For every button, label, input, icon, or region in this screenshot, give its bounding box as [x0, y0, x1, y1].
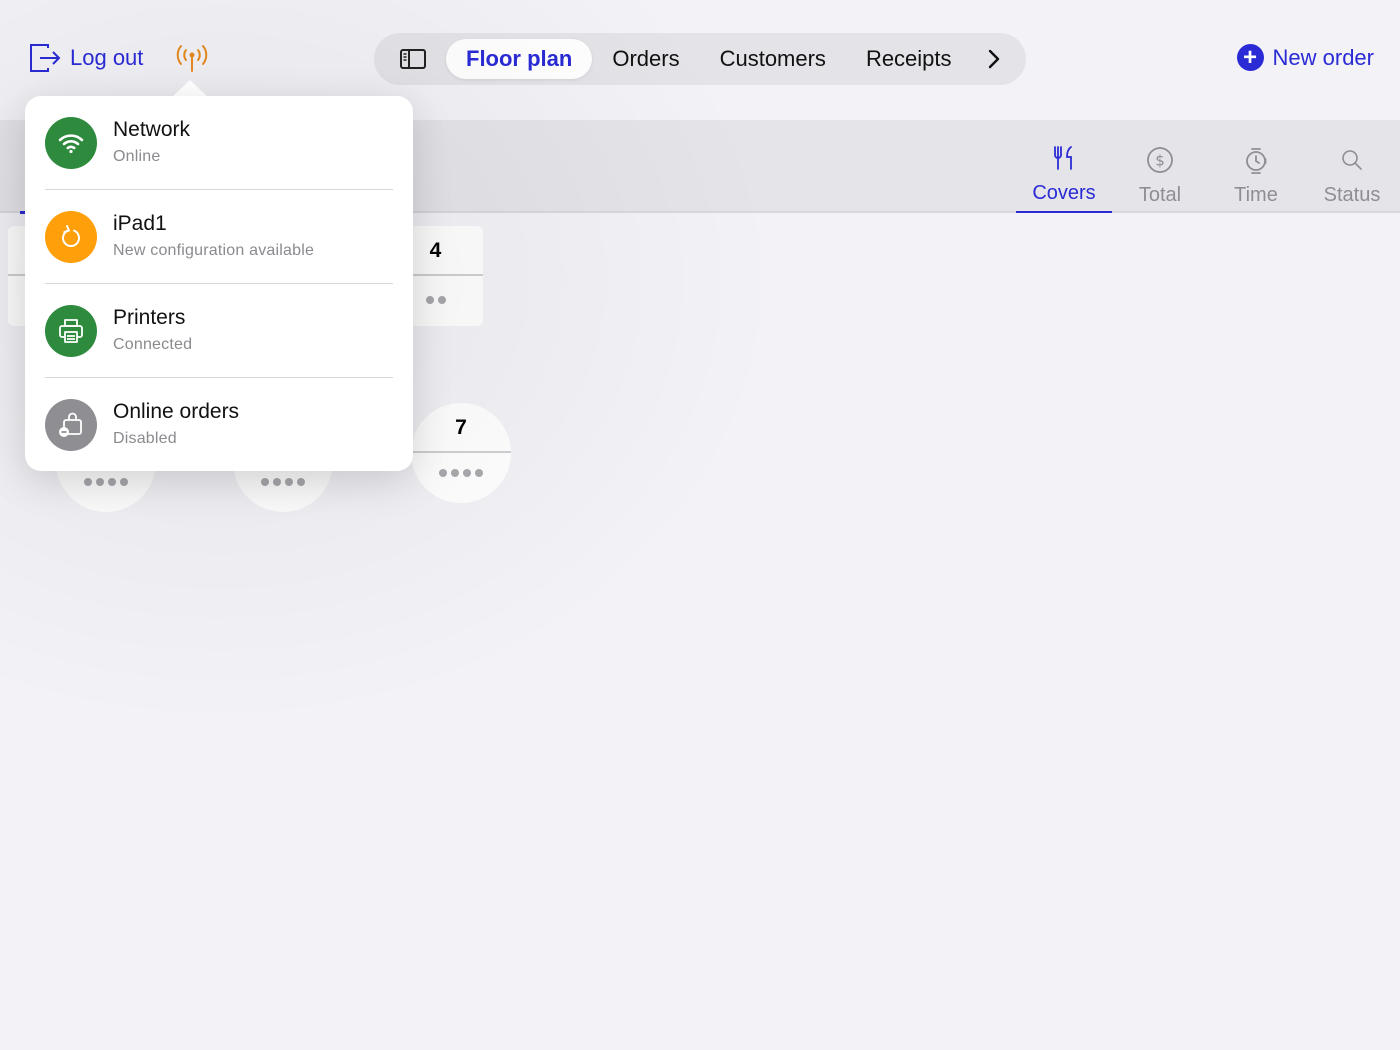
seat-dot: [120, 478, 128, 486]
sort-tab-label: Total: [1138, 184, 1182, 206]
seat-dot: [96, 478, 104, 486]
dollar-circle-icon: $: [1147, 147, 1173, 173]
seat-dot: [475, 469, 483, 477]
tab-receipts[interactable]: Receipts: [846, 39, 972, 79]
status-item-subtitle: New configuration available: [113, 242, 315, 259]
bag-disabled-icon: [45, 399, 97, 451]
magnifier-icon: [1342, 150, 1362, 170]
seat-dot: [273, 478, 281, 486]
tab-floor-plan[interactable]: Floor plan: [446, 39, 593, 79]
printer-icon: [45, 305, 97, 357]
status-item-online-orders[interactable]: Online orders Disabled: [25, 378, 413, 472]
seat-dot: [425, 296, 434, 304]
seat-dot: [285, 478, 293, 486]
status-item-title: iPad1: [113, 212, 167, 235]
seat-dot: [439, 469, 447, 477]
main-navigation: Floor plan Orders Customers Receipts: [374, 33, 1026, 85]
status-popover: Network Online iPad1 New configuration a…: [25, 96, 413, 471]
sidebar-icon: [400, 49, 426, 69]
sort-tab-time[interactable]: Time: [1208, 120, 1304, 213]
plus-circle-icon: +: [1236, 44, 1264, 71]
logout-button[interactable]: Log out: [28, 42, 143, 74]
logout-icon: [30, 44, 61, 72]
status-item-device[interactable]: iPad1 New configuration available: [25, 190, 413, 284]
status-item-printers[interactable]: Printers Connected: [25, 284, 413, 378]
tab-customers[interactable]: Customers: [700, 39, 846, 79]
sort-tab-status[interactable]: Status: [1304, 120, 1400, 213]
sort-tab-label: Covers: [1032, 182, 1096, 204]
status-item-subtitle: Connected: [113, 336, 193, 353]
tab-orders[interactable]: Orders: [592, 39, 699, 79]
status-item-subtitle: Disabled: [113, 430, 177, 447]
popover-arrow: [172, 80, 208, 97]
seat-dot: [297, 478, 305, 486]
refresh-icon: [45, 211, 97, 263]
seat-dot: [108, 478, 116, 486]
status-item-subtitle: Online: [113, 148, 161, 165]
logout-label: Log out: [70, 45, 144, 70]
seat-dot: [437, 296, 446, 304]
sort-tabs: Covers $ Total Time Status: [1016, 120, 1400, 213]
watch-icon: [1246, 148, 1267, 174]
status-item-title: Printers: [113, 306, 186, 329]
sort-tab-covers[interactable]: Covers: [1016, 120, 1112, 213]
sort-tab-total[interactable]: $ Total: [1112, 120, 1208, 213]
sort-tab-label: Status: [1323, 184, 1381, 206]
toggle-sidebar-button[interactable]: [380, 39, 446, 79]
chevron-right-icon: [988, 49, 999, 69]
status-item-title: Network: [113, 118, 191, 141]
sort-tab-label: Time: [1234, 184, 1278, 206]
seat-dot: [261, 478, 269, 486]
connection-status-button[interactable]: [175, 42, 209, 74]
table-seats: [411, 469, 511, 477]
more-tabs-button[interactable]: [974, 39, 1014, 79]
seat-dot: [451, 469, 459, 477]
table-seats: [233, 478, 333, 486]
table-card-round[interactable]: 7: [411, 403, 511, 503]
antenna-icon: [176, 45, 208, 72]
new-order-label: New order: [1272, 44, 1374, 70]
svg-text:$: $: [1155, 152, 1165, 170]
fork-knife-icon: [1054, 146, 1072, 170]
status-item-title: Online orders: [113, 400, 240, 423]
wifi-icon: [45, 117, 97, 169]
seat-dot: [84, 478, 92, 486]
table-number: 7: [411, 403, 511, 453]
new-order-button[interactable]: + New order: [1236, 44, 1374, 71]
status-item-network[interactable]: Network Online: [25, 96, 413, 190]
table-seats: [56, 478, 156, 486]
seat-dot: [463, 469, 471, 477]
